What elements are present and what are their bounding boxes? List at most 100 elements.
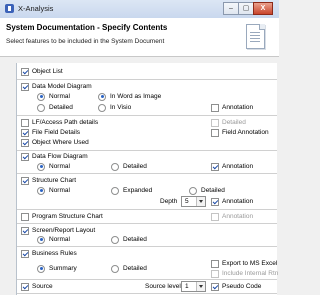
divider <box>17 150 277 151</box>
dmd-detailed-radio[interactable]: Detailed <box>37 103 73 112</box>
source-level-value: 1 <box>185 283 189 290</box>
export-ms-excel-option[interactable]: Export to MS Excel <box>211 259 277 268</box>
dmd-in-visio-radio[interactable]: In Visio <box>98 103 131 112</box>
dfd-annotation-checkbox[interactable] <box>211 162 219 171</box>
srl-detailed-radio[interactable]: Detailed <box>111 235 147 244</box>
include-internal-option[interactable]: Include Internal Rtn <box>211 269 278 278</box>
psc-annotation-checkbox[interactable] <box>211 212 219 221</box>
business-rules-checkbox[interactable] <box>21 249 29 258</box>
srl-detailed-label: Detailed <box>123 236 147 243</box>
source-level-select[interactable]: 1 <box>181 281 206 292</box>
dfd-normal-radio[interactable]: Normal <box>37 162 70 171</box>
minimize-button[interactable]: – <box>223 2 239 15</box>
pseudo-code-checkbox[interactable] <box>211 282 219 291</box>
screen-report-layout-checkbox[interactable] <box>21 226 29 235</box>
pseudo-code-label: Pseudo Code <box>222 283 262 290</box>
lf-access-path-checkbox[interactable] <box>21 118 29 127</box>
document-icon <box>246 24 265 49</box>
divider <box>17 115 277 116</box>
source-level-label: Source level <box>145 283 181 290</box>
dmd-normal-label: Normal <box>49 93 70 100</box>
depth-value: 5 <box>185 198 189 205</box>
psc-annotation-option[interactable]: Annotation <box>211 212 253 221</box>
data-model-diagram-checkbox[interactable] <box>21 82 29 91</box>
dmd-in-visio-label: In Visio <box>110 104 132 111</box>
br-detailed-radio-button[interactable] <box>111 264 119 273</box>
dfd-detailed-radio[interactable]: Detailed <box>111 162 147 171</box>
sc-expanded-radio[interactable]: Expanded <box>111 186 152 195</box>
structure-chart-option[interactable]: Structure Chart <box>21 176 76 185</box>
business-rules-option[interactable]: Business Rules <box>21 249 77 258</box>
dfd-annotation-option[interactable]: Annotation <box>211 162 253 171</box>
sc-expanded-radio-button[interactable] <box>111 186 119 195</box>
srl-normal-radio-button[interactable] <box>37 235 45 244</box>
data-model-diagram-option[interactable]: Data Model Diagram <box>21 82 92 91</box>
divider <box>17 246 277 247</box>
data-flow-diagram-checkbox[interactable] <box>21 152 29 161</box>
field-annotation-checkbox[interactable] <box>211 128 219 137</box>
window-controls: – ▢ X <box>223 2 273 15</box>
br-summary-radio[interactable]: Summary <box>37 264 77 273</box>
field-annotation-option[interactable]: Field Annotation <box>211 128 269 137</box>
program-structure-chart-checkbox[interactable] <box>21 212 29 221</box>
srl-detailed-radio-button[interactable] <box>111 235 119 244</box>
dmd-annotation-label: Annotation <box>222 104 254 111</box>
file-field-details-option[interactable]: File Field Details <box>21 128 80 137</box>
sc-normal-label: Normal <box>49 187 70 194</box>
object-list-checkbox[interactable] <box>21 67 29 76</box>
br-detailed-radio[interactable]: Detailed <box>111 264 147 273</box>
structure-chart-checkbox[interactable] <box>21 176 29 185</box>
export-ms-excel-label: Export to MS Excel <box>222 260 278 267</box>
object-where-used-checkbox[interactable] <box>21 138 29 147</box>
br-summary-label: Summary <box>49 265 77 272</box>
sc-detailed-radio-button[interactable] <box>189 186 197 195</box>
file-field-details-checkbox[interactable] <box>21 128 29 137</box>
pseudo-code-option[interactable]: Pseudo Code <box>211 282 261 291</box>
br-summary-radio-button[interactable] <box>37 264 45 273</box>
sc-annotation-checkbox[interactable] <box>211 197 219 206</box>
dialog-header: System Documentation - Specify Contents … <box>0 18 279 57</box>
screen-report-layout-option[interactable]: Screen/Report Layout <box>21 226 95 235</box>
business-rules-label: Business Rules <box>32 250 77 257</box>
dmd-in-word-radio[interactable]: In Word as Image <box>98 92 161 101</box>
srl-normal-radio[interactable]: Normal <box>37 235 70 244</box>
dmd-normal-radio-button[interactable] <box>37 92 45 101</box>
dmd-in-word-radio-button[interactable] <box>98 92 106 101</box>
lf-access-path-label: LF/Access Path details <box>32 119 99 126</box>
object-list-option[interactable]: Object List <box>21 67 63 76</box>
program-structure-chart-label: Program Structure Chart <box>32 213 103 220</box>
chevron-down-icon[interactable] <box>196 282 205 291</box>
export-ms-excel-checkbox[interactable] <box>211 259 219 268</box>
object-where-used-option[interactable]: Object Where Used <box>21 138 89 147</box>
sc-normal-radio[interactable]: Normal <box>37 186 70 195</box>
dfd-normal-label: Normal <box>49 163 70 170</box>
lf-detailed-option[interactable]: Detailed <box>211 118 246 127</box>
depth-select[interactable]: 5 <box>181 196 206 207</box>
dmd-normal-radio[interactable]: Normal <box>37 92 70 101</box>
field-annotation-label: Field Annotation <box>222 129 269 136</box>
close-button[interactable]: X <box>253 2 273 15</box>
data-flow-diagram-option[interactable]: Data Flow Diagram <box>21 152 88 161</box>
dmd-annotation-checkbox[interactable] <box>211 103 219 112</box>
source-option[interactable]: Source <box>21 282 53 291</box>
lf-detailed-checkbox[interactable] <box>211 118 219 127</box>
chevron-down-icon[interactable] <box>196 197 205 206</box>
sc-detailed-radio[interactable]: Detailed <box>189 186 225 195</box>
program-structure-chart-option[interactable]: Program Structure Chart <box>21 212 103 221</box>
file-field-details-label: File Field Details <box>32 129 81 136</box>
window-title: X-Analysis <box>18 4 54 13</box>
dmd-in-visio-radio-button[interactable] <box>98 103 106 112</box>
sc-normal-radio-button[interactable] <box>37 186 45 195</box>
sc-expanded-label: Expanded <box>123 187 153 194</box>
maximize-button[interactable]: ▢ <box>238 2 254 15</box>
include-internal-checkbox[interactable] <box>211 269 219 278</box>
dfd-normal-radio-button[interactable] <box>37 162 45 171</box>
sc-annotation-option[interactable]: Annotation <box>211 197 253 206</box>
options-panel: Object List Data Model Diagram Normal In… <box>16 63 278 295</box>
source-checkbox[interactable] <box>21 282 29 291</box>
psc-annotation-label: Annotation <box>222 213 254 220</box>
dfd-detailed-radio-button[interactable] <box>111 162 119 171</box>
dmd-annotation-option[interactable]: Annotation <box>211 103 253 112</box>
lf-access-path-option[interactable]: LF/Access Path details <box>21 118 98 127</box>
dmd-detailed-radio-button[interactable] <box>37 103 45 112</box>
